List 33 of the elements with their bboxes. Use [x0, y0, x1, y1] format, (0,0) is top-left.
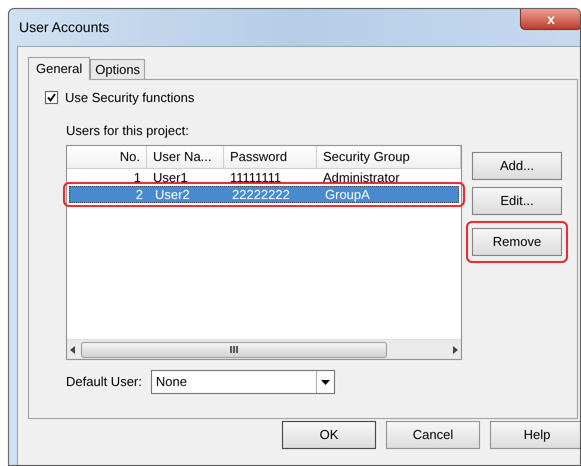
side-button[interactable]: Edit...: [472, 187, 562, 215]
table-cell-text: 22222222: [231, 186, 291, 204]
table-cell-text: GroupA: [324, 186, 371, 204]
side-button[interactable]: Add...: [472, 152, 562, 180]
table-cell-text: Administrator: [322, 168, 401, 187]
table-cell-text: 11111111: [229, 168, 282, 187]
column-header[interactable]: No.: [67, 146, 147, 169]
dialog-button[interactable]: Cancel: [386, 421, 480, 449]
table-cell-text: 1: [132, 168, 142, 187]
users-label: Users for this project:: [66, 122, 190, 140]
scroll-left-icon[interactable]: [70, 346, 75, 354]
column-header[interactable]: Security Group: [317, 146, 461, 169]
close-button[interactable]: x: [520, 9, 580, 30]
default-user-dropdown[interactable]: None: [150, 370, 335, 394]
scrollbar-thumb[interactable]: [81, 342, 387, 358]
window-title: User Accounts: [19, 18, 110, 37]
table-cell-text: User2: [154, 186, 191, 204]
table-cell-text: 2: [134, 186, 144, 204]
table-row[interactable]: 1 User1 11111111 Administrator: [67, 169, 461, 186]
horizontal-scrollbar[interactable]: [67, 339, 461, 359]
checkbox-label: Use Security functions: [65, 89, 194, 107]
column-header[interactable]: User Na...: [147, 146, 224, 169]
table-cell-text: User1: [152, 168, 189, 187]
checkbox[interactable]: [45, 91, 58, 104]
scroll-right-icon[interactable]: [453, 346, 458, 354]
tab[interactable]: Options: [90, 59, 146, 79]
grip-icon: [230, 346, 238, 353]
side-button[interactable]: Remove: [472, 228, 562, 256]
dialog-button[interactable]: Help: [490, 421, 580, 449]
tab[interactable]: General: [28, 57, 90, 80]
column-header[interactable]: Password: [224, 146, 317, 169]
default-user-label: Default User:: [66, 373, 142, 392]
dialog-button[interactable]: OK: [282, 421, 376, 449]
